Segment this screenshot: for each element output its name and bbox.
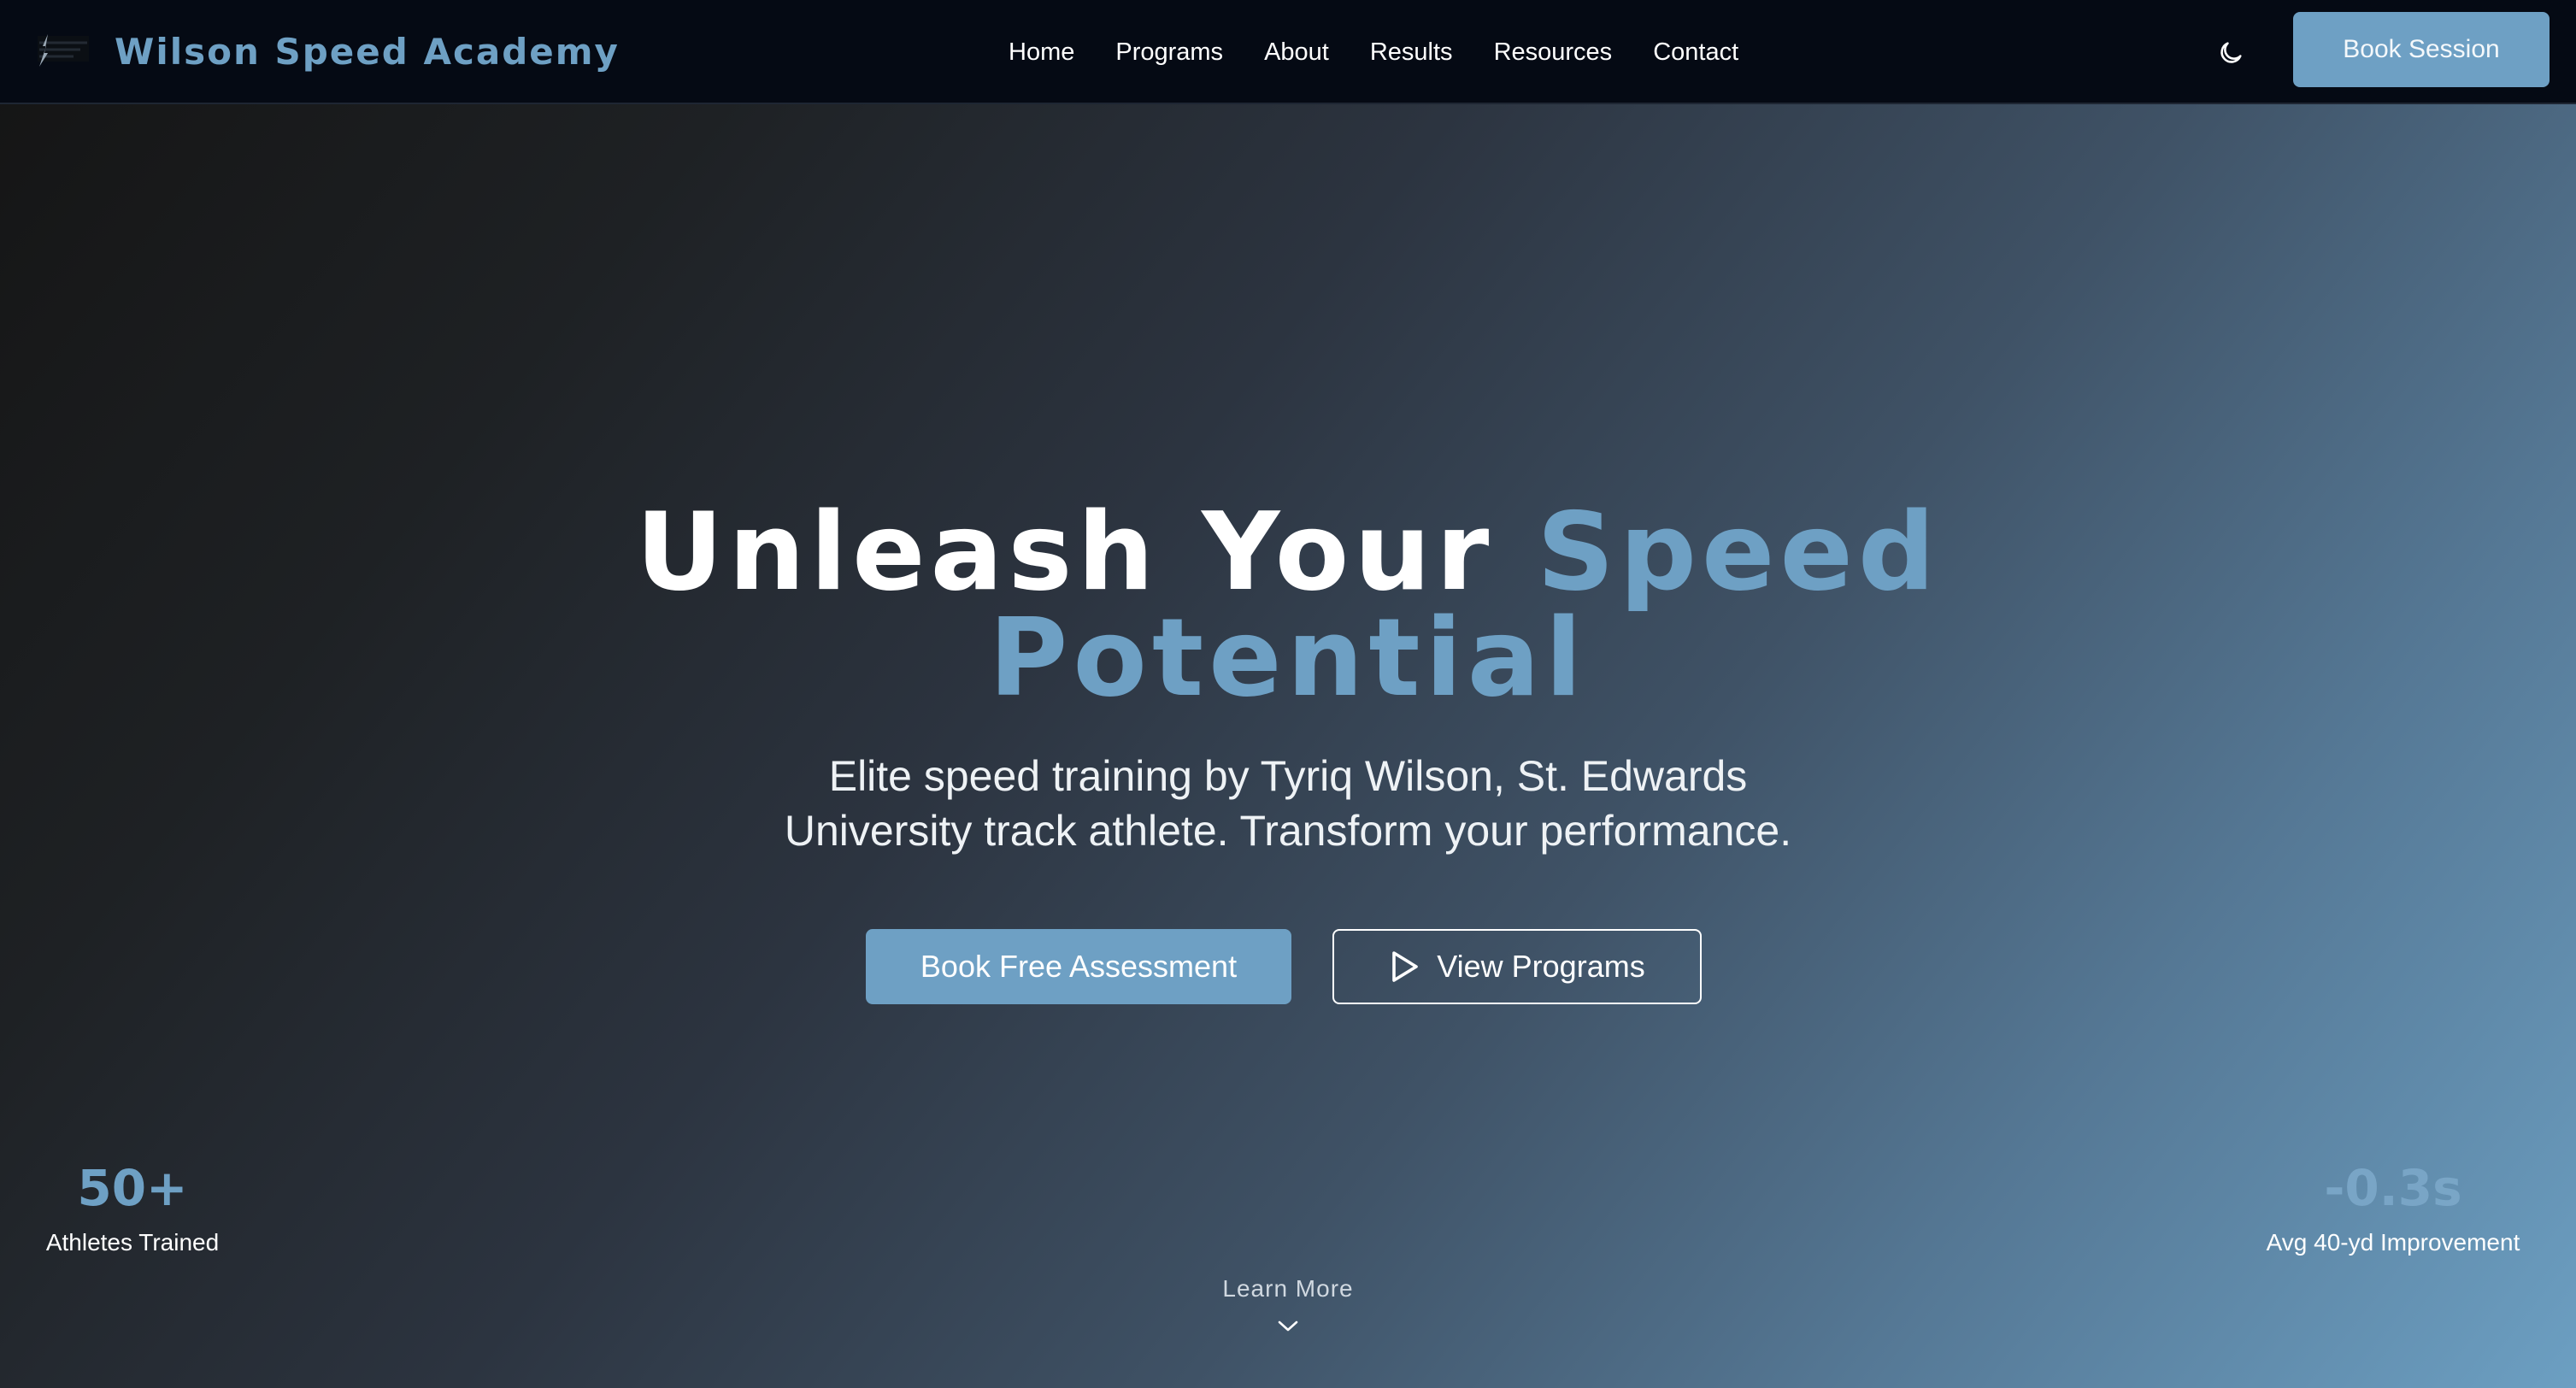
stat-value: -0.3s <box>2324 1159 2462 1217</box>
hero-subtitle: Elite speed training by Tyriq Wilson, St… <box>784 752 1792 855</box>
top-navbar: Wilson Speed Academy Home Programs About… <box>0 0 2576 104</box>
nav-link-programs[interactable]: Programs <box>1115 38 1223 67</box>
theme-toggle-button[interactable] <box>2212 34 2250 72</box>
hero-title-accent-speed: Speed <box>1537 489 1941 615</box>
nav-link-home[interactable]: Home <box>1009 38 1074 67</box>
learn-more-label: Learn More <box>1222 1275 1354 1302</box>
book-session-button[interactable]: Book Session <box>2293 12 2550 87</box>
stat-athletes-trained: 50+ Athletes Trained <box>26 1156 239 1260</box>
hero-page: Wilson Speed Academy Home Programs About… <box>0 0 2576 1388</box>
lightning-bolt-logo-icon <box>31 24 96 79</box>
play-icon <box>1392 951 1419 982</box>
view-programs-button[interactable]: View Programs <box>1332 929 1702 1004</box>
nav-link-results[interactable]: Results <box>1370 38 1453 67</box>
nav-link-contact[interactable]: Contact <box>1653 38 1738 67</box>
book-free-assessment-button[interactable]: Book Free Assessment <box>866 929 1291 1004</box>
stat-label: Athletes Trained <box>45 1229 220 1256</box>
main-nav: Home Programs About Results Resources Co… <box>1009 0 1779 104</box>
view-programs-label: View Programs <box>1437 949 1645 984</box>
stat-value: 50+ <box>77 1159 188 1217</box>
stat-avg-improvement: -0.3s Avg 40-yd Improvement <box>2256 1156 2530 1260</box>
learn-more-scroll-link[interactable]: Learn More <box>1160 1272 1416 1335</box>
hero-title-accent-potential: Potential <box>989 595 1587 720</box>
hero-title: Unleash Your Speed Potential <box>0 498 2576 712</box>
moon-icon <box>2220 42 2242 63</box>
brand-name: Wilson Speed Academy <box>115 30 620 73</box>
chevron-down-icon <box>1278 1320 1298 1332</box>
stat-label: Avg 40-yd Improvement <box>2266 1229 2520 1256</box>
brand-logo-link[interactable]: Wilson Speed Academy <box>31 24 620 79</box>
nav-link-resources[interactable]: Resources <box>1494 38 1613 67</box>
nav-link-about[interactable]: About <box>1264 38 1329 67</box>
